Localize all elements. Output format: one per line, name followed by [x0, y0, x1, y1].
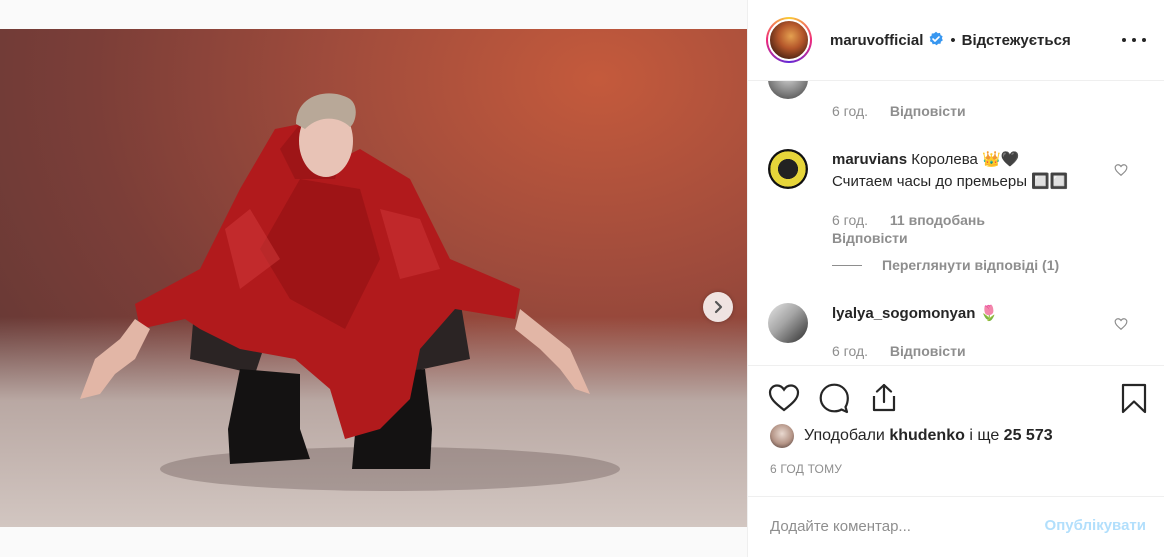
- comment-heart-icon[interactable]: [1114, 317, 1128, 331]
- post-timestamp[interactable]: 6 ГОД ТОМУ: [770, 462, 842, 476]
- comment-meta: 6 год. 11 вподобань Відповісти: [832, 211, 1003, 247]
- author-avatar[interactable]: [766, 17, 812, 63]
- page-background-bottom: [0, 527, 747, 557]
- comment-time: 6 год.: [832, 212, 869, 228]
- comment-heart-icon[interactable]: [1114, 163, 1128, 177]
- post-sidebar: maruvofficial • Відстежується 6 год. Від…: [747, 0, 1164, 557]
- comment-time: 6 год.: [832, 103, 869, 119]
- comment-text: maruvians Королева 👑🖤 Считаем часы до пр…: [832, 149, 1102, 193]
- comment-text: lyalya_sogomonyan 🌷: [832, 303, 1102, 325]
- reply-button[interactable]: Відповісти: [832, 230, 908, 246]
- reply-button[interactable]: Відповісти: [890, 343, 966, 359]
- author-username[interactable]: maruvofficial: [830, 32, 923, 49]
- add-comment-section: Опублікувати: [748, 496, 1164, 557]
- header-separator: •: [950, 31, 956, 49]
- verified-badge-icon: [928, 31, 944, 50]
- comment-meta: 6 год. Відповісти: [832, 103, 984, 119]
- liker-avatar[interactable]: [770, 424, 794, 448]
- view-replies-button[interactable]: Переглянути відповіді (1): [832, 257, 1059, 273]
- comment-likes-count[interactable]: 11 вподобань: [890, 212, 985, 228]
- publish-button[interactable]: Опублікувати: [1045, 517, 1146, 534]
- share-icon[interactable]: [868, 382, 900, 414]
- comment-icon[interactable]: [818, 382, 850, 414]
- likes-middle: і ще: [969, 427, 1000, 444]
- comment-username[interactable]: maruvians: [832, 151, 907, 168]
- chevron-right-icon: [714, 300, 723, 314]
- bookmark-icon[interactable]: [1118, 382, 1150, 414]
- liker-username[interactable]: khudenko: [889, 427, 965, 445]
- heart-icon[interactable]: [768, 382, 800, 414]
- comments-list[interactable]: 6 год. Відповісти maruvians Королева 👑🖤 …: [748, 81, 1164, 365]
- post-container: maruvofficial • Відстежується 6 год. Від…: [0, 0, 1164, 557]
- comment-meta: 6 год. Відповісти: [832, 343, 984, 359]
- comment-text-line2: Считаем часы до премьеры 🔲🔲: [832, 173, 1069, 190]
- likes-summary: Уподобали khudenko і ще 25 573: [770, 424, 1053, 448]
- view-replies-label: Переглянути відповіді (1): [882, 257, 1060, 273]
- likes-prefix: Уподобали: [804, 427, 885, 444]
- page-background-top: [0, 0, 747, 29]
- photo-subject: [80, 93, 620, 491]
- comment-text-line1: Королева 👑🖤: [911, 151, 1020, 168]
- action-bar: [748, 365, 1164, 429]
- more-options-icon[interactable]: [1122, 30, 1146, 50]
- comment-text-body: 🌷: [979, 305, 999, 322]
- post-image[interactable]: [0, 29, 747, 527]
- comment-time: 6 год.: [832, 343, 869, 359]
- replies-divider: [832, 264, 862, 266]
- comment-username[interactable]: lyalya_sogomonyan: [832, 305, 975, 322]
- likes-count[interactable]: 25 573: [1004, 427, 1053, 445]
- post-header: maruvofficial • Відстежується: [748, 0, 1164, 81]
- comment-avatar[interactable]: [768, 149, 808, 189]
- next-slide-button[interactable]: [703, 292, 733, 322]
- comment-avatar[interactable]: [768, 303, 808, 343]
- following-status-button[interactable]: Відстежується: [962, 32, 1071, 49]
- comment-avatar[interactable]: [768, 81, 808, 99]
- comment-input[interactable]: [770, 515, 1020, 537]
- reply-button[interactable]: Відповісти: [890, 103, 966, 119]
